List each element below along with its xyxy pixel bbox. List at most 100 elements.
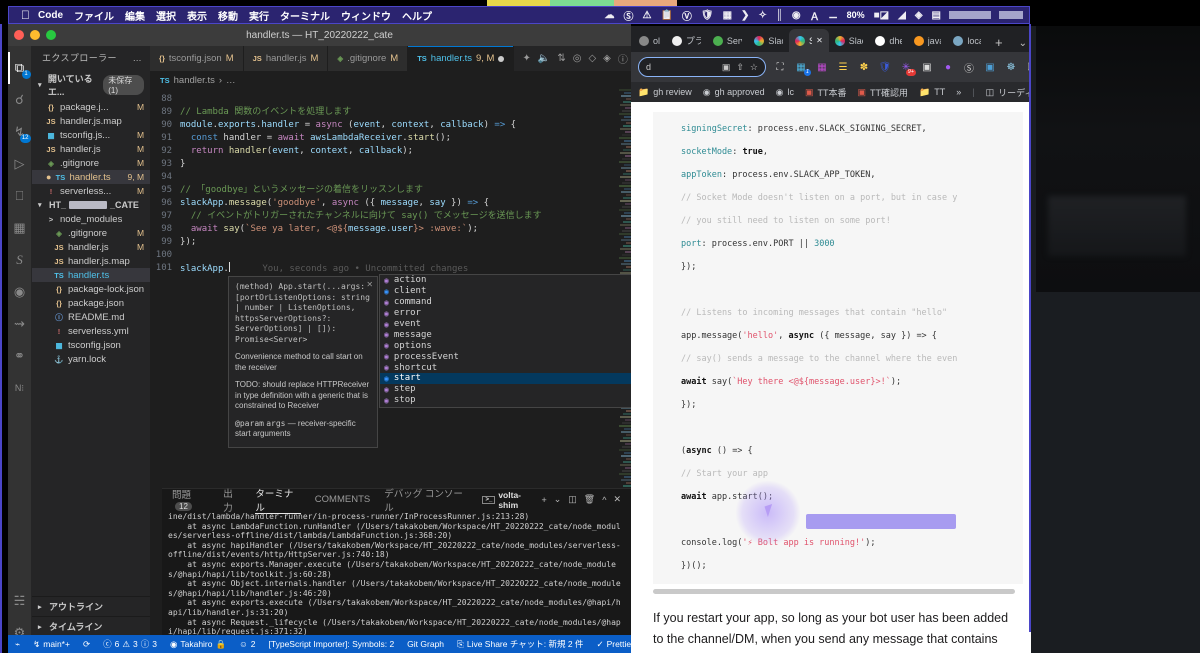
display-icon[interactable]: ▤ [932, 10, 941, 21]
activity-live-share-icon[interactable]: ⇝ [8, 308, 32, 340]
suggest-item[interactable]: ◉options [380, 340, 631, 351]
suggest-item[interactable]: ◉stop [380, 395, 631, 406]
status-prettier[interactable]: ✓Prettier [596, 639, 631, 650]
trash-icon[interactable]: 🗑 [584, 494, 595, 505]
notes-icon[interactable]: ▦ [723, 10, 732, 21]
list-item[interactable]: {}package.json [32, 296, 150, 310]
chevron-up-icon[interactable]: ^ [602, 495, 606, 505]
share-icon[interactable]: ⇧ [736, 62, 744, 73]
activity-extensions-icon[interactable]: ▦ [8, 212, 32, 244]
close-icon[interactable]: ✕ [613, 494, 621, 505]
highlighter-icon[interactable]: ✽ [857, 60, 871, 74]
translate-icon[interactable]: ▣ [722, 62, 731, 73]
bookmark-lc[interactable]: ◉lc [776, 87, 794, 98]
no-entry-icon[interactable]: Ⓢ [623, 8, 633, 23]
menu-item-edit[interactable]: 編集 [125, 8, 145, 23]
split-sync-icon[interactable]: ⇅ [557, 53, 565, 64]
shield-icon[interactable]: 🛡 [878, 60, 892, 74]
status-git-graph[interactable]: Git Graph [407, 639, 444, 649]
breadcrumb-file[interactable]: handler.ts [174, 75, 215, 86]
battery-icon[interactable]: ■◪ [874, 10, 890, 21]
list-item[interactable]: JShandler.jsM [32, 240, 150, 254]
control-center-icon[interactable]: ◈ [915, 10, 923, 21]
status-live-share-session[interactable]: ◉Takahiro🔒 [170, 639, 226, 650]
suggest-item[interactable]: ◉event [380, 319, 631, 330]
notion-icon[interactable]: ▣ [920, 60, 934, 74]
close-window-button[interactable] [14, 30, 24, 40]
apple-icon[interactable]:  [21, 8, 30, 22]
activity-stripe-icon[interactable]: S [8, 244, 32, 276]
new-tab-button[interactable]: + [987, 35, 1011, 52]
tab-handler-js[interactable]: JShandler.jsM [244, 46, 329, 71]
clipboard-icon[interactable]: 📋 [660, 10, 672, 21]
qr-icon[interactable]: ▦ [815, 60, 829, 74]
status-problems[interactable]: ⓒ6 ⚠3 ⓘ3 [103, 638, 157, 650]
menu-item-run[interactable]: 実行 [249, 8, 269, 23]
list-item[interactable]: ●TShandler.ts9, M [32, 170, 150, 184]
bookmark-gh-review[interactable]: 📁gh review [638, 87, 692, 98]
activity-notebook-icon[interactable]: N⁝ [8, 372, 32, 404]
puzzle-star-icon[interactable]: ✳9+ [899, 60, 913, 74]
intellisense-suggest-widget[interactable]: ◉action ◉client ◉command ◉error ◉event ◉… [379, 274, 631, 408]
pin-icon[interactable]: ✦ [522, 53, 530, 64]
activity-github-icon[interactable]: ◉ [8, 276, 32, 308]
menu-item-window[interactable]: ウィンドウ [341, 8, 391, 23]
menu-item-help[interactable]: ヘルプ [402, 8, 432, 23]
bookmark-tt[interactable]: 📁TT [919, 87, 945, 98]
list-item[interactable]: ◈.gitignoreM [32, 226, 150, 240]
suggest-item[interactable]: ◉action [380, 275, 631, 286]
list-item[interactable]: JShandler.js.map [32, 254, 150, 268]
suggest-item[interactable]: ◉shortcut [380, 362, 631, 373]
list-item[interactable]: JShandler.js.map [32, 114, 150, 128]
sidebar-item-timeline[interactable]: ▸タイムライン [32, 616, 150, 636]
project-folder-header[interactable]: ▾ HT_ _CATE [32, 198, 150, 212]
status-typescript-importer[interactable]: [TypeScript Importer]: Symbols: 2 [269, 639, 395, 649]
menu-item-file[interactable]: ファイル [74, 8, 114, 23]
list-item[interactable]: TShandler.ts [32, 268, 150, 282]
capture-icon[interactable]: ⛶ [773, 60, 787, 74]
tab-comments[interactable]: COMMENTS [315, 494, 370, 505]
list-item[interactable]: ◈.gitignoreM [32, 156, 150, 170]
image-icon[interactable]: ▣ [983, 60, 997, 74]
status-git-branch[interactable]: ↯main*+ [33, 639, 70, 650]
atom-icon[interactable]: ☸ [1004, 60, 1018, 74]
list-item[interactable]: ▦tsconfig.js...M [32, 128, 150, 142]
list-item[interactable]: JShandler.jsM [32, 142, 150, 156]
minimize-window-button[interactable] [30, 30, 40, 40]
code-block-horizontal-scrollbar[interactable] [653, 589, 1015, 594]
tab-output[interactable]: 出力 [223, 486, 241, 514]
suggest-item[interactable]: ◉processEvent [380, 351, 631, 362]
tab-debug-console[interactable]: デバッグ コンソール [384, 486, 468, 514]
devtools-icon[interactable]: ▦1 [794, 60, 808, 74]
breadcrumb[interactable]: TS handler.ts › … [150, 71, 631, 89]
list-item[interactable]: ⓘREADME.md [32, 310, 150, 324]
status-sync-changes-icon[interactable]: ⟳ [83, 639, 90, 650]
list-item[interactable]: {}package.j...M [32, 100, 150, 114]
suggest-item[interactable]: ◉error [380, 308, 631, 319]
activity-search-icon[interactable]: ☌ [8, 84, 32, 116]
browser-tab[interactable]: java [908, 29, 948, 52]
browser-tab[interactable]: プラ [666, 29, 707, 52]
breadcrumb-tail[interactable]: … [226, 75, 236, 86]
clock-icon[interactable]: ⓘ [618, 51, 628, 66]
arrows-icon[interactable]: ❯ [741, 10, 749, 21]
radio-icon[interactable]: ◎ [573, 53, 582, 64]
wifi-icon[interactable]: ◢ [898, 10, 906, 21]
list-item[interactable]: !serverless.yml [32, 324, 150, 338]
chevron-down-icon[interactable]: ⌄ [554, 494, 562, 505]
bookmark-gh-approved[interactable]: ◉gh approved [703, 87, 765, 98]
accounts-icon[interactable]: ☵ [8, 585, 32, 617]
suggest-item[interactable]: ◉command [380, 297, 631, 308]
code-text[interactable]: // Lambda 関数のイベントを処理しますmodule.exports.ha… [180, 89, 542, 275]
add-terminal-icon[interactable]: + [541, 495, 546, 505]
activity-remote-explorer-icon[interactable]: ⎕ [8, 180, 32, 212]
menu-item-terminal[interactable]: ターミナル [280, 8, 330, 23]
list-item[interactable]: >node_modules [32, 212, 150, 226]
bookmarks-overflow[interactable]: » [956, 87, 961, 97]
reading-list-button[interactable]: ◫リーディング リスト [986, 86, 1035, 99]
status-live-share-participants[interactable]: ☺2 [239, 639, 255, 649]
menu-item-selection[interactable]: 選択 [156, 8, 176, 23]
tab-problems[interactable]: 問題12 [172, 487, 209, 512]
list-item[interactable]: {}package-lock.json [32, 282, 150, 296]
droplet-icon[interactable]: ✧ [758, 10, 766, 21]
